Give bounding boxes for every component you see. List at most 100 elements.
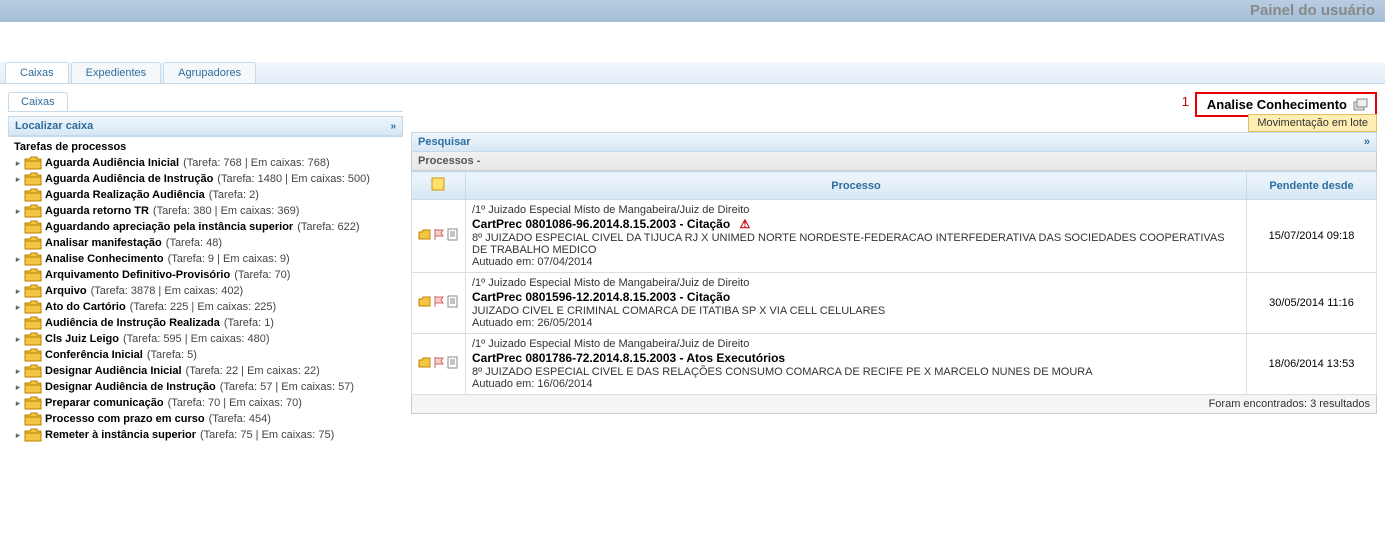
tree-item-label[interactable]: Analise Conhecimento — [45, 253, 164, 265]
left-pane: Caixas Localizar caixa » Tarefas de proc… — [8, 92, 403, 443]
flag-icon[interactable] — [432, 295, 445, 308]
tree-item-label[interactable]: Preparar comunicação — [45, 397, 164, 409]
tree-item-label[interactable]: Aguardando apreciação pela instância sup… — [45, 221, 293, 233]
tree-item[interactable]: ▸Aguarda Audiência Inicial(Tarefa: 768 |… — [8, 155, 403, 171]
tree-item[interactable]: Aguardando apreciação pela instância sup… — [8, 219, 403, 235]
locate-label: Localizar caixa — [15, 120, 93, 132]
tree-item-label[interactable]: Ato do Cartório — [45, 301, 126, 313]
th-processo: Processo — [466, 172, 1247, 200]
flag-icon[interactable] — [432, 228, 445, 241]
tree-item-suffix: (Tarefa: 1) — [224, 317, 274, 329]
open-folder-icon[interactable] — [418, 356, 431, 369]
batch-move-icon[interactable] — [1353, 98, 1369, 112]
doc-icon[interactable] — [446, 228, 459, 241]
folder-icon — [24, 428, 42, 442]
tree-item[interactable]: ▸ Designar Audiência de Instrução (Tarefa:… — [8, 379, 403, 395]
tab-expedientes[interactable]: Expedientes — [71, 62, 162, 83]
expand-arrow-icon[interactable]: ▸ — [12, 366, 24, 377]
tree-item[interactable]: ▸Remeter à instância superior(Tarefa: 75… — [8, 427, 403, 443]
sub-tab-caixas[interactable]: Caixas — [8, 92, 68, 111]
top-tabs: CaixasExpedientesAgrupadores — [0, 62, 1385, 84]
expand-arrow-icon[interactable]: ▸ — [12, 430, 24, 441]
proc-parties: 8º JUIZADO ESPECIAL CIVEL E DAS RELAÇÕES… — [472, 366, 1240, 378]
doc-icon[interactable] — [446, 295, 459, 308]
tab-caixas[interactable]: Caixas — [5, 62, 69, 83]
tree-item[interactable]: Arquivamento Definitivo-Provisório(Taref… — [8, 267, 403, 283]
tree-item[interactable]: Processo com prazo em curso(Tarefa: 454) — [8, 411, 403, 427]
locate-expand-icon[interactable]: » — [390, 121, 396, 132]
folder-icon — [24, 396, 42, 410]
expand-arrow-icon[interactable]: ▸ — [12, 174, 24, 185]
tree-item-suffix: (Tarefa: 57 | Em caixas: 57) — [220, 381, 354, 393]
tree-item-suffix: (Tarefa: 2) — [209, 189, 259, 201]
proc-number[interactable]: CartPrec 0801596-12.2014.8.15.2003 - Cit… — [472, 290, 1240, 304]
folder-icon — [24, 412, 42, 426]
expand-arrow-icon[interactable]: ▸ — [12, 206, 24, 217]
row-processo: /1º Juizado Especial Misto de Mangabeira… — [466, 334, 1247, 395]
tree-item[interactable]: ▸ Ato do Cartório (Tarefa: 225 | Em caixas… — [8, 299, 403, 315]
open-folder-icon[interactable] — [418, 228, 431, 241]
tree-item[interactable]: Audiência de Instrução Realizada (Tarefa:… — [8, 315, 403, 331]
tree-item-label[interactable]: Conferência Inicial — [45, 349, 143, 361]
proc-court: /1º Juizado Especial Misto de Mangabeira… — [472, 338, 1240, 350]
folder-icon — [24, 268, 42, 282]
tree-item-label[interactable]: Arquivamento Definitivo-Provisório — [45, 269, 230, 281]
tree-item[interactable]: Aguarda Realização Audiência (Tarefa: 2) — [8, 187, 403, 203]
row-pending-date: 30/05/2014 11:16 — [1247, 273, 1377, 334]
tree-item-label[interactable]: Aguarda retorno TR — [45, 205, 149, 217]
expand-arrow-icon[interactable]: ▸ — [12, 254, 24, 265]
tree-item-label[interactable]: Designar Audiência de Instrução — [45, 381, 216, 393]
tree-item[interactable]: ▸Aguarda Audiência de Instrução(Tarefa: … — [8, 171, 403, 187]
expand-arrow-icon[interactable]: ▸ — [12, 302, 24, 313]
tab-agrupadores[interactable]: Agrupadores — [163, 62, 256, 83]
expand-arrow-icon[interactable]: ▸ — [12, 334, 24, 345]
expand-arrow-icon[interactable]: ▸ — [12, 158, 24, 169]
flag-icon[interactable] — [432, 356, 445, 369]
th-pendente: Pendente desde — [1247, 172, 1377, 200]
tree-item[interactable]: ▸Designar Audiência Inicial(Tarefa: 22 |… — [8, 363, 403, 379]
tree-item-label[interactable]: Designar Audiência Inicial — [45, 365, 182, 377]
tree-item[interactable]: ▸ Cls Juiz Leigo (Tarefa: 595 | Em caixas:… — [8, 331, 403, 347]
table-row[interactable]: /1º Juizado Especial Misto de Mangabeira… — [412, 200, 1377, 273]
tree-item[interactable]: ▸Preparar comunicação(Tarefa: 70 | Em ca… — [8, 395, 403, 411]
tasks-section-title: Tarefas de processos — [8, 137, 403, 155]
search-panel-head[interactable]: Pesquisar » — [411, 132, 1377, 152]
tree-item[interactable]: ▸ Arquivo (Tarefa: 3878 | Em caixas: 402) — [8, 283, 403, 299]
folder-icon — [24, 188, 42, 202]
tree-item-label[interactable]: Cls Juiz Leigo — [45, 333, 119, 345]
open-folder-icon[interactable] — [418, 295, 431, 308]
tree-item-label[interactable]: Aguarda Audiência de Instrução — [45, 173, 213, 185]
tree-item-label[interactable]: Audiência de Instrução Realizada — [45, 317, 220, 329]
tree-item[interactable]: ▸Analise Conhecimento(Tarefa: 9 | Em cai… — [8, 251, 403, 267]
tree-item-label[interactable]: Analisar manifestação — [45, 237, 162, 249]
tree-item-suffix: (Tarefa: 5) — [147, 349, 197, 361]
tree-item-label[interactable]: Remeter à instância superior — [45, 429, 196, 441]
tree-item[interactable]: Analisar manifestação(Tarefa: 48) — [8, 235, 403, 251]
tree-item-suffix: (Tarefa: 595 | Em caixas: 480) — [123, 333, 270, 345]
expand-arrow-icon[interactable]: ▸ — [12, 382, 24, 393]
tree-item-suffix: (Tarefa: 380 | Em caixas: 369) — [153, 205, 300, 217]
page-title: Painel do usuário — [1250, 2, 1375, 19]
proc-number[interactable]: CartPrec 0801786-72.2014.8.15.2003 - Ato… — [472, 351, 1240, 365]
tree-item[interactable]: ▸ Aguarda retorno TR (Tarefa: 380 | Em cai… — [8, 203, 403, 219]
table-row[interactable]: /1º Juizado Especial Misto de Mangabeira… — [412, 273, 1377, 334]
tree-item-suffix: (Tarefa: 3878 | Em caixas: 402) — [91, 285, 244, 297]
tree-item[interactable]: Conferência Inicial (Tarefa: 5) — [8, 347, 403, 363]
tree-item-label[interactable]: Arquivo — [45, 285, 87, 297]
tree-item-label[interactable]: Processo com prazo em curso — [45, 413, 205, 425]
proc-parties: JUIZADO CIVEL E CRIMINAL COMARCA DE ITAT… — [472, 305, 1240, 317]
doc-icon[interactable] — [446, 356, 459, 369]
proc-autuado: Autuado em: 26/05/2014 — [472, 317, 1240, 329]
expand-arrow-icon[interactable]: ▸ — [12, 286, 24, 297]
tree-item-label[interactable]: Aguarda Audiência Inicial — [45, 157, 179, 169]
tree-item-label[interactable]: Aguarda Realização Audiência — [45, 189, 205, 201]
expand-arrow-icon[interactable]: ▸ — [12, 398, 24, 409]
table-row[interactable]: /1º Juizado Especial Misto de Mangabeira… — [412, 334, 1377, 395]
row-processo: /1º Juizado Especial Misto de Mangabeira… — [466, 200, 1247, 273]
tree-item-suffix: (Tarefa: 225 | Em caixas: 225) — [130, 301, 277, 313]
folder-icon — [24, 220, 42, 234]
locate-head[interactable]: Localizar caixa » — [9, 117, 402, 136]
proc-number[interactable]: CartPrec 0801086-96.2014.8.15.2003 - Cit… — [472, 217, 1240, 231]
row-action-icons — [412, 273, 466, 334]
search-expand-icon[interactable]: » — [1364, 136, 1370, 148]
